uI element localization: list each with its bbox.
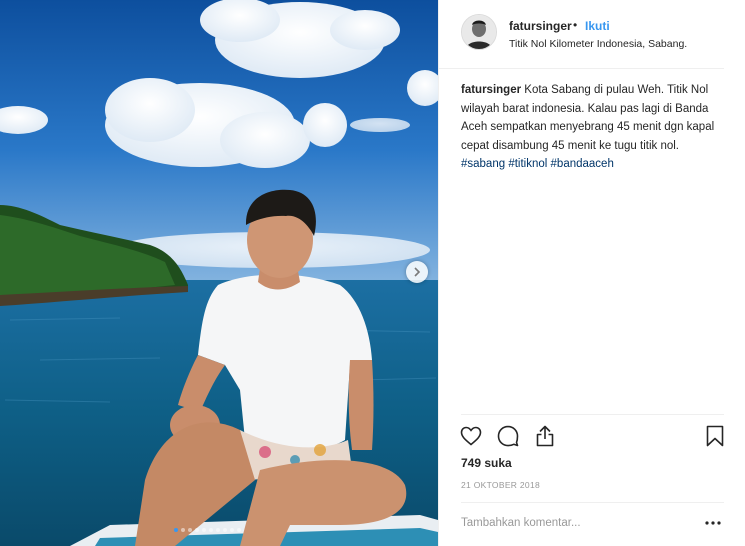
carousel-dot bbox=[230, 528, 234, 532]
post-photo[interactable] bbox=[0, 0, 438, 546]
post-date: 21 OKTOBER 2018 bbox=[461, 480, 540, 490]
carousel-dot bbox=[174, 528, 178, 532]
divider bbox=[461, 502, 724, 503]
more-options-icon[interactable] bbox=[704, 514, 722, 532]
carousel-dot bbox=[216, 528, 220, 532]
carousel-dot bbox=[223, 528, 227, 532]
likes-count[interactable]: 749 suka bbox=[461, 456, 512, 470]
chevron-right-icon bbox=[414, 267, 421, 277]
carousel-dot bbox=[195, 528, 199, 532]
carousel-dot bbox=[237, 528, 241, 532]
carousel-indicator bbox=[174, 528, 241, 532]
profile-picture bbox=[462, 15, 496, 49]
instagram-post: fatursinger • Ikuti Titik Nol Kilometer … bbox=[0, 0, 745, 546]
heart-icon[interactable] bbox=[459, 424, 483, 448]
comment-input[interactable] bbox=[461, 514, 701, 532]
post-side-panel: fatursinger • Ikuti Titik Nol Kilometer … bbox=[438, 0, 745, 546]
caption-username-link[interactable]: fatursinger bbox=[461, 84, 521, 96]
share-icon[interactable] bbox=[533, 424, 557, 448]
post-caption: fatursinger Kota Sabang di pulau Weh. Ti… bbox=[461, 81, 723, 174]
location-link[interactable]: Titik Nol Kilometer Indonesia, Sabang. bbox=[509, 38, 687, 50]
separator-dot: • bbox=[573, 18, 578, 32]
carousel-dot bbox=[188, 528, 192, 532]
carousel-dot bbox=[209, 528, 213, 532]
comment-icon[interactable] bbox=[496, 424, 520, 448]
photo-scene bbox=[0, 0, 438, 546]
avatar[interactable] bbox=[461, 14, 497, 50]
hashtag-link[interactable]: #bandaaceh bbox=[551, 158, 614, 170]
next-photo-button[interactable] bbox=[406, 261, 428, 283]
divider bbox=[461, 414, 724, 415]
carousel-dot bbox=[181, 528, 185, 532]
carousel-dot bbox=[202, 528, 206, 532]
post-header: fatursinger • Ikuti Titik Nol Kilometer … bbox=[439, 0, 724, 69]
follow-button[interactable]: Ikuti bbox=[585, 19, 610, 33]
bookmark-icon[interactable] bbox=[703, 424, 727, 448]
username-link[interactable]: fatursinger bbox=[509, 19, 572, 33]
hashtag-link[interactable]: #titiknol bbox=[508, 158, 547, 170]
hashtag-link[interactable]: #sabang bbox=[461, 158, 505, 170]
